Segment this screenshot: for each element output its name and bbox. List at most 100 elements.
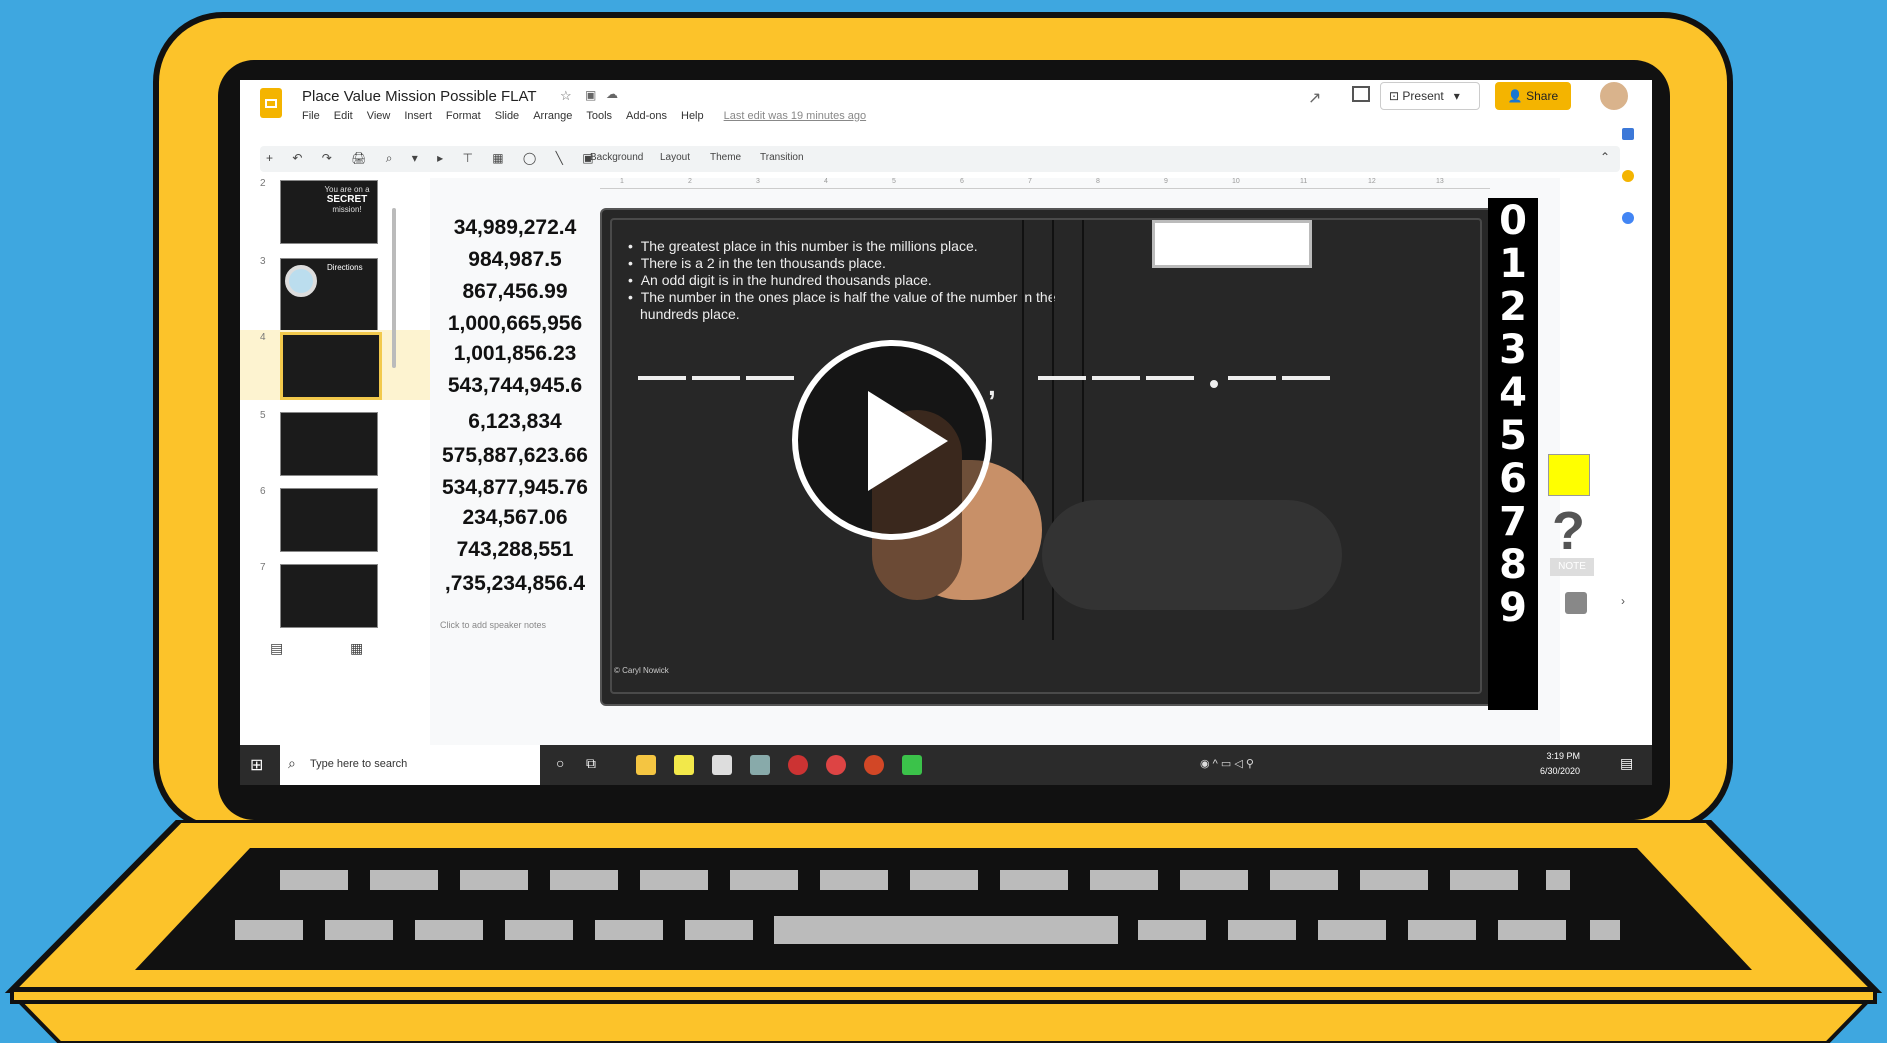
speaker-notes[interactable]: Click to add speaker notes (440, 620, 546, 630)
present-button[interactable]: ⊡ Present ▾ (1380, 82, 1480, 110)
task-view-icon[interactable]: ⧉ (586, 755, 596, 772)
number-card[interactable]: 867,456.99 (440, 280, 590, 304)
file-explorer-icon[interactable] (636, 755, 656, 775)
menu-file[interactable]: File (302, 110, 320, 122)
snip-tool-icon[interactable] (750, 755, 770, 775)
notifications-icon[interactable]: ▤ (1620, 755, 1633, 772)
windows-taskbar: ⊞ ⌕ Type here to search ○ ⧉ ◉ ^ ▭ ◁ ⚲ 3:… (240, 745, 1652, 785)
slide-thumbnail-7[interactable] (280, 564, 378, 628)
activity-icon[interactable]: ↗ (1308, 88, 1321, 108)
calendar-icon[interactable] (1622, 128, 1634, 140)
sticky-note[interactable] (1548, 454, 1590, 496)
digit-tile[interactable]: 6 (1488, 456, 1538, 502)
slide-thumbnail-4[interactable] (280, 332, 382, 400)
note-label[interactable]: NOTE (1550, 558, 1594, 576)
slide-number: 3 (260, 256, 266, 267)
slide-number: 4 (260, 332, 266, 343)
slide-thumbnail-6[interactable] (280, 488, 378, 552)
menu-help[interactable]: Help (681, 110, 704, 122)
layout-button[interactable]: Layout (660, 152, 690, 163)
share-button[interactable]: 👤 Share (1495, 82, 1571, 110)
windows-start-icon[interactable]: ⊞ (250, 755, 263, 775)
theme-button[interactable]: Theme (710, 152, 741, 163)
menu-slide[interactable]: Slide (495, 110, 519, 122)
filmstrip: 2 You are on a SECRET mission! 3 Directi… (240, 178, 431, 748)
last-edit-link[interactable]: Last edit was 19 minutes ago (724, 110, 866, 122)
filmstrip-scrollbar[interactable] (392, 208, 396, 368)
expand-panel-icon[interactable]: › (1621, 594, 1625, 608)
star-icon[interactable]: ☆ (560, 88, 572, 104)
transition-button[interactable]: Transition (760, 152, 804, 163)
digit-tile[interactable]: 4 (1488, 370, 1538, 416)
number-card[interactable]: 743,288,551 (440, 538, 590, 562)
digit-tile[interactable]: 0 (1488, 198, 1538, 244)
chrome-profile-icon[interactable] (826, 755, 846, 775)
digit-tile[interactable]: 9 (1488, 585, 1538, 631)
sticky-notes-icon[interactable] (674, 755, 694, 775)
digit-tile[interactable]: 3 (1488, 327, 1538, 373)
slide-thumbnail-2[interactable]: You are on a SECRET mission! (280, 180, 378, 244)
document-title[interactable]: Place Value Mission Possible FLAT (302, 88, 537, 105)
number-card[interactable]: 575,887,623.66 (440, 444, 590, 468)
digit-tile[interactable]: 1 (1488, 241, 1538, 287)
cortana-icon[interactable]: ○ (556, 755, 564, 771)
menu-bar: File Edit View Insert Format Slide Arrange Tool… (302, 110, 880, 122)
number-card[interactable]: 543,744,945.6 (440, 374, 590, 398)
digit-tile[interactable]: 8 (1488, 542, 1538, 588)
number-card[interactable]: 1,000,665,956 (440, 312, 590, 336)
chevron-down-icon: ▾ (1453, 89, 1460, 103)
collapse-toolbar-icon[interactable]: ⌃ (1600, 150, 1610, 164)
menu-arrange[interactable]: Arrange (533, 110, 572, 122)
slide-thumbnail-3[interactable]: Directions (280, 258, 378, 336)
menu-format[interactable]: Format (446, 110, 481, 122)
copyright-credit: © Caryl Nowick (614, 666, 669, 675)
answer-box[interactable] (1152, 220, 1312, 268)
ruler: 1 2 3 4 5 6 7 8 9 10 11 12 13 (600, 178, 1490, 189)
spy-body (1042, 500, 1342, 610)
menu-view[interactable]: View (367, 110, 391, 122)
digit-tile[interactable]: 7 (1488, 499, 1538, 545)
chrome-icon[interactable] (788, 755, 808, 775)
system-tray-icons[interactable]: ◉ ^ ▭ ◁ ⚲ (1200, 757, 1254, 770)
menu-tools[interactable]: Tools (586, 110, 612, 122)
number-card[interactable]: ,735,234,856.4 (440, 572, 590, 596)
number-card[interactable]: 6,123,834 (440, 410, 590, 434)
filmstrip-view-icon[interactable]: ▤ (270, 640, 283, 657)
digit-tile[interactable]: 2 (1488, 284, 1538, 330)
menu-addons[interactable]: Add-ons (626, 110, 667, 122)
number-card[interactable]: 34,989,272.4 (440, 216, 590, 240)
search-placeholder: Type here to search (310, 758, 408, 770)
comments-icon[interactable] (1352, 86, 1370, 102)
camtasia-icon[interactable] (902, 755, 922, 775)
avatar[interactable] (1598, 80, 1630, 112)
toolbar-icons-left[interactable]: + ↶ ↷ 🖨 ⌕ ▾ ▸ ⊤ ▦ ◯ ╲ ▣ (266, 151, 602, 166)
clock-time: 3:19 PM (1546, 751, 1581, 761)
background-button[interactable]: Background (590, 152, 643, 163)
number-card[interactable]: 1,001,856.23 (440, 342, 590, 366)
slide-number: 2 (260, 178, 266, 189)
menu-edit[interactable]: Edit (334, 110, 353, 122)
slide-thumbnail-5[interactable] (280, 412, 378, 476)
number-card[interactable]: 534,877,945.76 (440, 476, 590, 500)
digit-tile[interactable]: 5 (1488, 413, 1538, 459)
slide-number: 5 (260, 410, 266, 421)
calculator-icon[interactable] (712, 755, 732, 775)
powerpoint-icon[interactable] (864, 755, 884, 775)
question-mark[interactable]: ? (1552, 500, 1585, 562)
move-folder-icon[interactable]: ▣ (585, 88, 596, 102)
play-button[interactable] (792, 340, 992, 540)
number-card[interactable]: 984,987.5 (440, 248, 590, 272)
toolbar: + ↶ ↷ 🖨 ⌕ ▾ ▸ ⊤ ▦ ◯ ╲ ▣ Background Layou… (260, 146, 1620, 172)
tasks-icon[interactable] (1622, 212, 1634, 224)
number-card[interactable]: 234,567.06 (440, 506, 590, 530)
clock[interactable]: 3:19 PM 6/30/2020 (1540, 749, 1580, 779)
taskbar-search[interactable]: ⌕ Type here to search (280, 745, 540, 785)
magnifier-icon (285, 265, 317, 297)
laptop-bottom (15, 1000, 1872, 1043)
slides-logo-icon[interactable] (260, 88, 282, 118)
explore-icon[interactable] (1565, 592, 1587, 614)
slide[interactable]: • The greatest place in this number is t… (600, 208, 1494, 706)
menu-insert[interactable]: Insert (404, 110, 432, 122)
grid-view-icon[interactable]: ▦ (350, 640, 363, 657)
keep-icon[interactable] (1622, 170, 1634, 182)
